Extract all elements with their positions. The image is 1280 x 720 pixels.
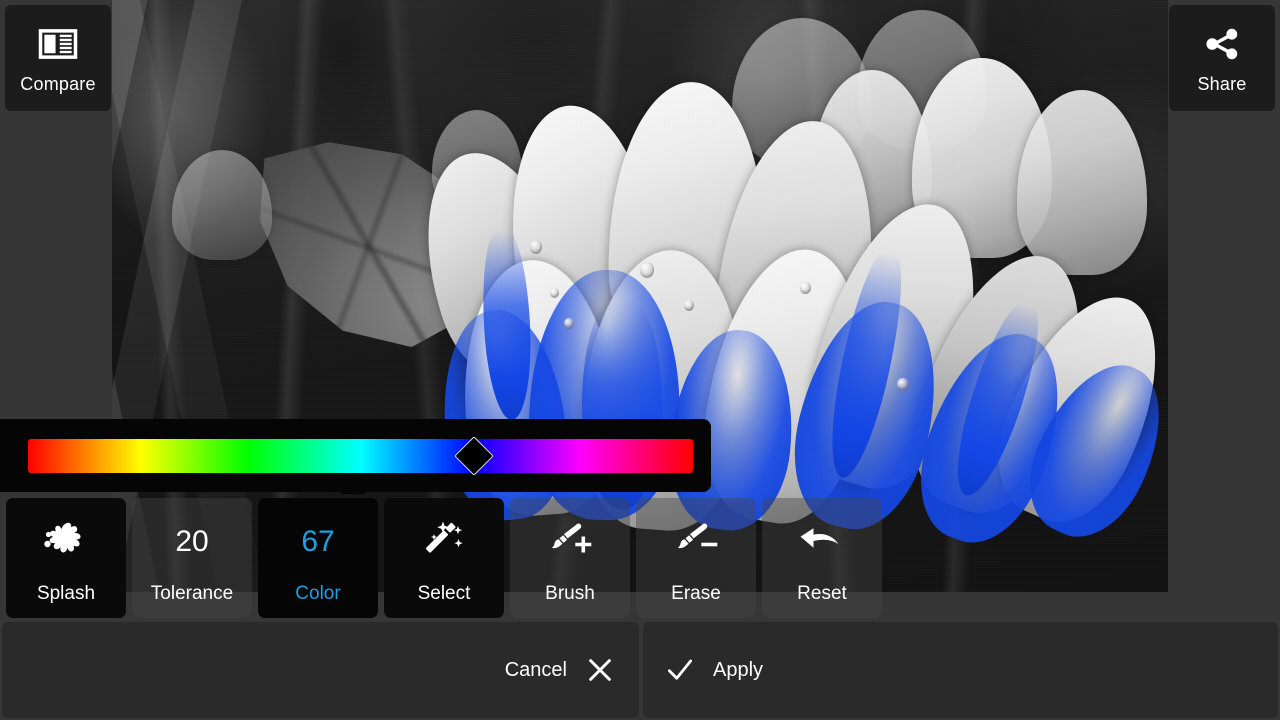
tool-brush[interactable]: Brush bbox=[510, 498, 630, 618]
photo-droplet bbox=[800, 282, 811, 294]
action-bar: Cancel Apply bbox=[0, 622, 1280, 718]
undo-arrow-icon bbox=[797, 514, 847, 570]
compare-panels-icon bbox=[37, 23, 79, 65]
photo-droplet bbox=[550, 288, 559, 298]
tool-color-label: Color bbox=[295, 582, 341, 604]
paint-splatter-icon bbox=[40, 514, 92, 570]
tool-splash-label: Splash bbox=[36, 582, 96, 604]
share-nodes-icon bbox=[1201, 23, 1243, 65]
tool-color[interactable]: 67 Color bbox=[258, 498, 378, 618]
tool-tolerance[interactable]: 20 Tolerance bbox=[132, 498, 252, 618]
color-splash-editor-screen: Compare Share Splash 20 Tolerance 67 Col… bbox=[0, 0, 1280, 720]
photo-droplet bbox=[640, 262, 654, 278]
photo-droplet bbox=[564, 318, 574, 329]
photo-droplet bbox=[530, 240, 542, 254]
photo-droplet bbox=[897, 378, 909, 391]
tolerance-value-text: 20 bbox=[175, 524, 209, 558]
photo-droplet bbox=[684, 300, 694, 311]
share-button[interactable]: Share bbox=[1169, 5, 1275, 111]
cancel-button[interactable]: Cancel bbox=[2, 622, 639, 718]
brush-plus-icon bbox=[544, 514, 596, 570]
color-value-text: 67 bbox=[301, 524, 335, 558]
hue-track-container[interactable] bbox=[28, 435, 693, 476]
apply-button-label: Apply bbox=[713, 659, 764, 681]
tool-tolerance-label: Tolerance bbox=[150, 582, 234, 604]
compare-button[interactable]: Compare bbox=[5, 5, 111, 111]
tool-select-label: Select bbox=[417, 582, 471, 604]
tool-brush-label: Brush bbox=[545, 582, 595, 604]
tool-splash[interactable]: Splash bbox=[6, 498, 126, 618]
tool-erase-label: Erase bbox=[671, 582, 721, 604]
brush-minus-icon bbox=[670, 514, 722, 570]
magic-wand-icon bbox=[419, 514, 469, 570]
color-value: 67 bbox=[301, 514, 334, 570]
apply-button[interactable]: Apply bbox=[643, 622, 1278, 718]
check-icon bbox=[665, 655, 695, 685]
cancel-button-label: Cancel bbox=[504, 659, 567, 681]
hue-panel-caret bbox=[340, 481, 366, 494]
tool-row: Splash 20 Tolerance 67 Color Select Brus… bbox=[0, 498, 1280, 618]
hue-gradient-track[interactable] bbox=[28, 438, 693, 473]
tool-select[interactable]: Select bbox=[384, 498, 504, 618]
tool-reset-label: Reset bbox=[797, 582, 847, 604]
compare-button-label: Compare bbox=[20, 74, 96, 94]
tool-erase[interactable]: Erase bbox=[636, 498, 756, 618]
close-x-icon bbox=[585, 655, 615, 685]
tool-reset[interactable]: Reset bbox=[762, 498, 882, 618]
tolerance-value: 20 bbox=[175, 514, 208, 570]
share-button-label: Share bbox=[1197, 74, 1247, 94]
